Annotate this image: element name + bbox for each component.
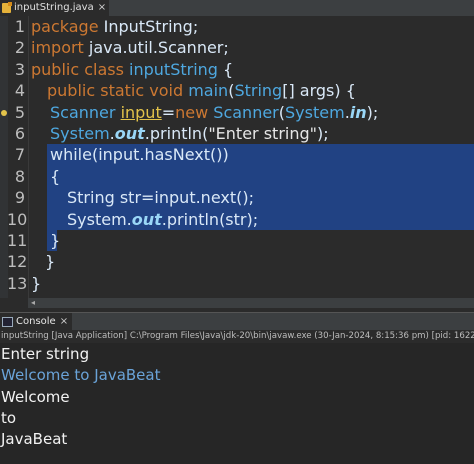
editor-tab-label: inputString.java — [14, 2, 94, 13]
keyword: class — [84, 59, 124, 79]
keyword: public — [31, 59, 80, 79]
code-line-2: import java.util.Scanner; — [31, 37, 229, 58]
tab-console[interactable]: Console × — [0, 313, 73, 330]
code-line-9: String str=input.next(); — [67, 188, 254, 208]
console-output-line: Welcome — [1, 388, 70, 406]
line-number: 3 — [14, 59, 25, 79]
console-tab-label: Console — [16, 316, 56, 327]
code-editor[interactable]: 1 2 3 4 5 6 7 8 9 10 11 12 13 package In… — [0, 16, 474, 298]
type-name: Scanner — [50, 102, 116, 122]
line-number-gutter: 1 2 3 4 5 6 7 8 9 10 11 12 13 — [7, 16, 29, 298]
code-line-3: public class inputString { — [31, 59, 233, 80]
console-output[interactable]: Enter string Welcome to JavaBeat Welcome… — [0, 343, 474, 464]
code-text: ); — [317, 124, 329, 143]
code-text: java.util.Scanner; — [83, 38, 229, 58]
type-name: System — [285, 102, 345, 122]
line-number: 9 — [14, 188, 25, 208]
console-input-line: Welcome to JavaBeat — [1, 366, 161, 384]
console-icon — [2, 316, 13, 327]
static-field: out — [131, 209, 162, 229]
line-number: 11 — [7, 231, 28, 250]
code-text: = — [161, 102, 176, 122]
method-name: main — [188, 81, 229, 101]
code-text: InputString; — [98, 17, 199, 36]
line-number: 6 — [14, 124, 25, 143]
line-number: 2 — [14, 38, 25, 58]
code-line-8: { — [50, 166, 61, 186]
editor-tab-bar: inputString.java × — [0, 0, 474, 16]
type-name: Scanner — [213, 102, 279, 122]
console-output-line: Enter string — [1, 345, 90, 363]
code-line-12: } — [45, 252, 56, 272]
line-number: 8 — [14, 166, 25, 186]
keyword: static — [100, 81, 145, 101]
code-line-11: } — [50, 231, 61, 250]
line-number: 10 — [7, 209, 28, 229]
line-number: 1 — [14, 17, 25, 36]
type-name: String — [234, 81, 283, 101]
code-line-5: Scanner input=new Scanner(System.in); — [50, 102, 378, 123]
scroll-left-icon[interactable]: ◂ — [28, 298, 38, 308]
horizontal-scrollbar[interactable]: ◂ — [28, 298, 474, 308]
editor-tab-inputstring[interactable]: inputString.java × — [0, 0, 110, 16]
static-field: out — [114, 124, 145, 143]
static-field: in — [349, 102, 367, 122]
type-name: System — [67, 209, 127, 229]
keyword: public — [47, 81, 96, 101]
line-number: 4 — [14, 81, 25, 101]
code-line-6: System.out.println("Enter string"); — [50, 123, 329, 144]
keyword: new — [175, 102, 209, 122]
code-line-7: while(input.hasNext()) — [50, 145, 229, 165]
console-output-line: JavaBeat — [1, 430, 68, 448]
class-name: inputString — [129, 59, 218, 79]
keyword: import — [31, 38, 84, 58]
close-icon[interactable]: × — [98, 0, 106, 16]
code-line-13: } — [31, 273, 42, 293]
code-text: { — [217, 59, 234, 79]
string-literal: "Enter string" — [208, 124, 317, 143]
keyword: package — [31, 17, 99, 36]
java-file-icon — [2, 2, 12, 13]
code-text: ); — [366, 102, 379, 122]
code-text: .println(str); — [161, 209, 259, 229]
code-line-4: public static void main(String[] args) { — [47, 80, 356, 101]
console-status-line: inputString [Java Application] C:\Progra… — [0, 330, 474, 343]
console-output-line: to — [1, 409, 17, 427]
keyword: void — [149, 81, 184, 101]
type-name: System — [50, 124, 110, 143]
line-number: 7 — [14, 145, 25, 165]
console-tab-bar: Console × — [0, 312, 474, 330]
code-line-1: package InputString; — [31, 16, 198, 37]
code-line-10: System.out.println(str); — [67, 209, 258, 230]
warning-marker-icon[interactable] — [1, 110, 7, 116]
line-number: 12 — [7, 252, 28, 272]
line-number: 5 — [14, 102, 25, 122]
close-icon[interactable]: × — [60, 316, 68, 327]
code-text: .println( — [144, 124, 209, 143]
variable-input: input — [120, 102, 162, 122]
line-number: 13 — [7, 273, 28, 293]
code-text: [] args) { — [282, 81, 356, 101]
